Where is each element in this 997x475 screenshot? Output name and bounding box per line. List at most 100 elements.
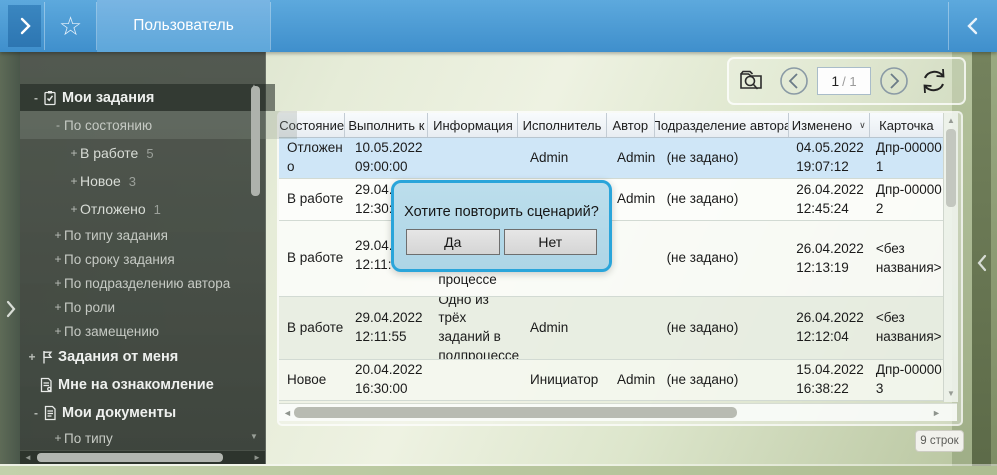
table-horizontal-scrollbar[interactable]: ◄ ► <box>279 403 957 421</box>
column-header-author[interactable]: Автор <box>607 113 656 137</box>
tree-expander[interactable]: + <box>52 431 64 445</box>
cell-modified: 26.04.2022 12:12:04 <box>788 297 870 359</box>
divider <box>948 2 949 50</box>
tree-expander[interactable]: - <box>52 118 64 132</box>
chevron-left-circle-icon <box>779 66 809 96</box>
scroll-right-arrow[interactable]: ► <box>253 453 261 463</box>
sidebar-item-for-my-review[interactable]: Мне на ознакомление <box>20 371 283 399</box>
sidebar-item-label: В работе <box>80 145 138 161</box>
cell-due: 29.04.2022 12:11:55 <box>347 297 430 359</box>
cell-executor: Admin <box>520 297 610 359</box>
sidebar-horizontal-scrollbar-thumb[interactable] <box>37 453 223 462</box>
sidebar-item-by-author-department[interactable]: + По подразделению автора <box>20 271 297 295</box>
sidebar-item-new[interactable]: + Новое 3 <box>20 167 313 195</box>
cell-author: Admin <box>610 179 661 220</box>
column-header-executor[interactable]: Исполнитель <box>518 113 606 137</box>
sidebar-item-tasks-from-me[interactable]: + Задания от меня <box>20 343 271 371</box>
top-bar: ☆ Пользователь <box>0 0 997 52</box>
sidebar-item-by-task-type[interactable]: + По типу задания <box>20 223 297 247</box>
sidebar-item-label: Новое <box>80 173 121 189</box>
sidebar-item-postponed[interactable]: + Отложено 1 <box>20 195 313 223</box>
sidebar-item-my-tasks[interactable]: - Мои задания <box>20 84 275 111</box>
left-panel-expander[interactable] <box>2 296 18 322</box>
yes-button[interactable]: Да <box>406 229 500 255</box>
cell-modified: 26.04.2022 12:13:19 <box>788 221 870 296</box>
sidebar-item-by-role[interactable]: + По роли <box>20 295 297 319</box>
chevron-right-icon <box>5 299 16 319</box>
search-in-folder-button[interactable] <box>729 61 777 101</box>
sidebar-item-by-task-due[interactable]: + По сроку задания <box>20 247 297 271</box>
background-stripe <box>991 52 997 475</box>
scroll-left-arrow[interactable]: ◄ <box>283 408 292 418</box>
tree-expander[interactable]: + <box>68 202 80 216</box>
scroll-down-arrow[interactable]: ▼ <box>250 432 258 441</box>
tree-expander[interactable]: + <box>26 350 38 364</box>
page-number-input[interactable]: 1 / 1 <box>817 67 871 95</box>
column-header-info[interactable]: Информация <box>428 113 518 137</box>
sidebar-item-label: По типу <box>64 431 113 446</box>
table-row[interactable]: Новое 20.04.2022 16:30:00 Инициатор Admi… <box>279 360 943 401</box>
tree-expander[interactable]: + <box>68 146 80 160</box>
sidebar-item-in-progress[interactable]: + В работе 5 <box>20 139 313 167</box>
tree-expander[interactable]: + <box>52 228 64 242</box>
column-header-modified[interactable]: Изменено∨ <box>789 113 870 137</box>
tab-user[interactable]: Пользователь <box>97 0 270 52</box>
folder-search-icon <box>738 67 768 95</box>
tree-expander[interactable]: + <box>52 276 64 290</box>
chevron-left-icon <box>966 15 980 37</box>
sidebar-item-label: По типу задания <box>64 228 168 243</box>
sidebar-vertical-scrollbar-thumb[interactable] <box>251 86 260 196</box>
tree-expander[interactable]: + <box>52 324 64 338</box>
signpost-flag-icon <box>38 349 58 365</box>
table-vertical-scrollbar[interactable]: ▲ ▼ <box>943 113 958 402</box>
star-icon: ☆ <box>59 13 82 39</box>
favorites-button[interactable]: ☆ <box>45 0 96 52</box>
clipboard-check-icon <box>42 90 62 106</box>
cell-author: Admin <box>610 360 661 400</box>
table-row[interactable]: В работе 29.04.2022 12:11:55 Одно из трё… <box>279 297 943 360</box>
no-button[interactable]: Нет <box>504 229 598 255</box>
cell-author: Admin <box>610 138 661 178</box>
cell-department: (не задано) <box>661 179 789 220</box>
tree-expander[interactable]: + <box>52 300 64 314</box>
column-header-card[interactable]: Карточка <box>870 113 943 137</box>
sidebar-item-label: По состоянию <box>64 118 152 133</box>
cell-department: (не задано) <box>661 297 789 359</box>
previous-page-button[interactable] <box>777 61 811 101</box>
sidebar-item-my-documents[interactable]: - Мои документы <box>20 399 275 427</box>
sidebar-item-label: По сроку задания <box>64 252 175 267</box>
sidebar-item-label: Мои задания <box>62 90 154 106</box>
next-page-button[interactable] <box>877 61 911 101</box>
cell-card: <без названия> <box>870 221 943 296</box>
cell-card: Дпр-000003 <box>870 360 943 400</box>
chevron-left-icon <box>976 253 988 273</box>
tree-expander[interactable]: - <box>30 91 42 105</box>
item-count-badge: 1 <box>154 202 161 217</box>
sidebar-horizontal-scrollbar[interactable]: ◄ ► <box>20 450 265 464</box>
menu-expand-button[interactable] <box>8 5 41 47</box>
document-review-icon <box>38 377 58 393</box>
cell-department: (не задано) <box>661 360 789 400</box>
cell-due: 20.04.2022 16:30:00 <box>347 360 430 400</box>
table-row-selected[interactable]: Отложено 10.05.2022 09:00:00 Admin Admin… <box>279 138 943 179</box>
tree-expander[interactable]: + <box>68 174 80 188</box>
table-horizontal-scrollbar-thumb[interactable] <box>294 407 737 418</box>
scroll-up-arrow[interactable]: ▲ <box>944 116 958 125</box>
scroll-down-arrow[interactable]: ▼ <box>944 389 958 398</box>
sidebar-item-by-substitution[interactable]: + По замещению <box>20 319 297 343</box>
cell-author <box>610 297 661 359</box>
task-table: Состояние Выполнить к Информация Исполни… <box>277 111 963 426</box>
tree-expander[interactable]: - <box>30 406 42 420</box>
sidebar-item-label: Задания от меня <box>58 349 178 365</box>
table-vertical-scrollbar-thumb[interactable] <box>946 129 956 207</box>
scroll-left-arrow[interactable]: ◄ <box>24 453 32 463</box>
panel-collapse-button[interactable] <box>953 6 993 46</box>
column-header-due[interactable]: Выполнить к <box>345 113 428 137</box>
tree-expander[interactable]: + <box>52 252 64 266</box>
column-label: Автор <box>613 118 649 133</box>
column-header-author-department[interactable]: Подразделение автора <box>655 113 789 137</box>
refresh-button[interactable] <box>911 61 957 101</box>
cell-executor: Инициатор <box>520 360 610 400</box>
scroll-right-arrow[interactable]: ► <box>932 408 941 418</box>
right-panel-expander[interactable] <box>972 248 991 278</box>
